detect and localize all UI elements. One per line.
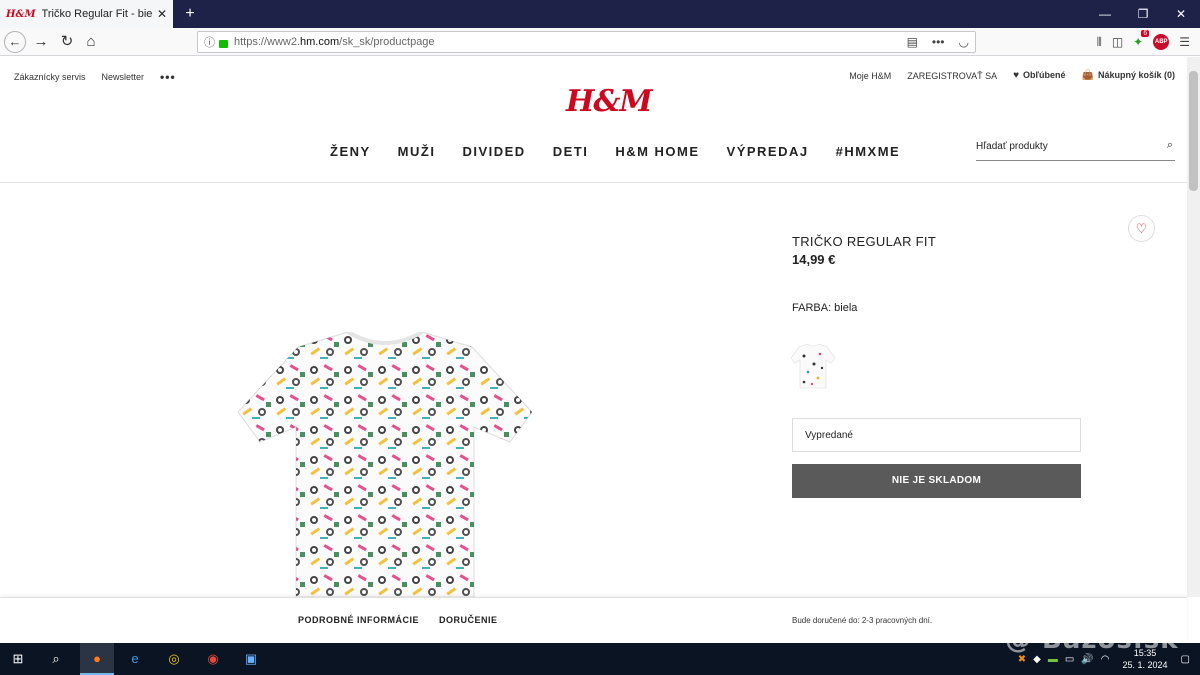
close-tab-icon[interactable]: ✕ xyxy=(157,7,167,21)
nav-item-women[interactable]: ŽENY xyxy=(330,144,371,159)
hm-logo[interactable]: H&M xyxy=(566,84,653,124)
account-link[interactable]: Moje H&M xyxy=(849,71,891,81)
edge-icon[interactable]: e xyxy=(125,649,145,669)
volume-icon[interactable]: 🔊 xyxy=(1081,654,1093,665)
nav-item-men[interactable]: MUŽI xyxy=(398,144,436,159)
main-navigation: ŽENY MUŽI DIVIDED DETI H&M HOME VÝPREDAJ… xyxy=(330,144,900,159)
product-image[interactable] xyxy=(238,332,532,597)
tray-app3-icon[interactable]: ▬ xyxy=(1048,654,1058,665)
scrollbar-thumb[interactable] xyxy=(1189,71,1198,191)
nav-item-home[interactable]: H&M HOME xyxy=(615,144,699,159)
extension-icon[interactable]: ✦ 6 xyxy=(1133,30,1150,49)
more-icon[interactable]: ••• xyxy=(160,70,176,84)
product-price: 14,99 € xyxy=(792,252,836,267)
pocket-icon[interactable]: ◡ xyxy=(959,35,969,49)
tab-details[interactable]: PODROBNÉ INFORMÁCIE xyxy=(298,615,419,625)
notifications-icon[interactable]: ▢ xyxy=(1181,654,1190,665)
minimize-icon[interactable]: — xyxy=(1086,0,1124,28)
size-select[interactable]: Vypredané xyxy=(792,418,1081,452)
tab-delivery[interactable]: DORUČENIE xyxy=(439,615,498,625)
web-page: Zákaznícky servis Newsletter ••• Moje H&… xyxy=(0,57,1187,597)
tray-app-icon[interactable]: ✖ xyxy=(1018,654,1026,665)
sidebar-icon[interactable]: ◫ xyxy=(1112,35,1123,49)
close-window-icon[interactable]: ✕ xyxy=(1162,0,1200,28)
page-scrollbar[interactable] xyxy=(1187,57,1200,597)
home-button[interactable]: ⌂ xyxy=(80,31,102,53)
window-controls: — ❐ ✕ xyxy=(1086,0,1200,28)
page-actions-icon[interactable]: ••• xyxy=(932,35,945,49)
browser-toolbar: ← → ↻ ⌂ ⓘ https://www2.hm.com/sk_sk/prod… xyxy=(0,28,1200,56)
tab-strip: H&M Tričko Regular Fit - biela - MUŽI ✕ … xyxy=(0,0,1200,28)
register-link[interactable]: ZAREGISTROVAŤ SA xyxy=(907,71,997,81)
extension-badge: 6 xyxy=(1141,30,1150,37)
tab-title: Tričko Regular Fit - biela - MUŽI xyxy=(41,8,153,20)
favorites-link[interactable]: ♥ Obľúbené xyxy=(1013,70,1065,81)
search-input[interactable]: Hľadať produkty ⌕ xyxy=(976,137,1175,161)
browser-tab[interactable]: H&M Tričko Regular Fit - biela - MUŽI ✕ xyxy=(0,0,173,28)
product-title: TRIČKO REGULAR FIT xyxy=(792,234,937,249)
nav-item-kids[interactable]: DETI xyxy=(553,144,589,159)
delivery-note: Bude doručené do: 2-3 pracovných dní. xyxy=(792,616,933,625)
heart-outline-icon: ♡ xyxy=(1135,221,1148,236)
library-icon[interactable]: ⫴ xyxy=(1097,35,1102,50)
tray-app4-icon[interactable]: ▭ xyxy=(1065,654,1074,665)
favorite-button[interactable]: ♡ xyxy=(1128,215,1155,242)
favicon-icon: H&M xyxy=(6,8,36,20)
tray-app2-icon[interactable]: ◆ xyxy=(1033,654,1041,665)
search-icon[interactable]: ⌕ xyxy=(1167,139,1173,152)
clock-date: 25. 1. 2024 xyxy=(1122,660,1168,670)
back-button[interactable]: ← xyxy=(4,31,26,53)
network-icon[interactable]: ◠ xyxy=(1101,654,1110,665)
reload-button[interactable]: ↻ xyxy=(56,31,78,53)
bag-icon: 👜 xyxy=(1081,70,1094,81)
customer-service-link[interactable]: Zákaznícky servis xyxy=(14,72,86,82)
ie-icon[interactable]: ◎ xyxy=(164,649,184,669)
adblock-icon[interactable]: ABP xyxy=(1153,34,1170,50)
new-tab-button[interactable]: + xyxy=(180,3,200,25)
header-divider xyxy=(0,182,1187,183)
search-placeholder: Hľadať produkty xyxy=(976,141,1048,152)
address-bar[interactable]: ⓘ https://www2.hm.com/sk_sk/productpage … xyxy=(197,31,976,53)
search-taskbar-icon[interactable]: ⌕ xyxy=(46,649,66,669)
nav-item-divided[interactable]: DIVIDED xyxy=(462,144,525,159)
watermark: @ Bazos.sk xyxy=(1005,625,1179,655)
info-icon[interactable]: ⓘ xyxy=(204,34,215,50)
restore-icon[interactable]: ❐ xyxy=(1124,0,1162,28)
reader-view-icon[interactable]: ▤ xyxy=(907,35,918,49)
firefox-icon[interactable]: ● xyxy=(87,649,107,669)
lock-icon xyxy=(219,40,228,48)
nav-item-sale[interactable]: VÝPREDAJ xyxy=(727,144,809,159)
nav-item-hmxme[interactable]: #HMXME xyxy=(836,144,901,159)
forward-button[interactable]: → xyxy=(30,31,52,53)
windows-start-icon[interactable]: ⊞ xyxy=(8,649,28,669)
url-text[interactable]: https://www2.hm.com/sk_sk/productpage xyxy=(234,36,907,48)
newsletter-link[interactable]: Newsletter xyxy=(102,72,145,82)
menu-icon[interactable]: ☰ xyxy=(1179,35,1190,49)
color-label: FARBA: biela xyxy=(792,302,858,314)
app-icon[interactable]: ◉ xyxy=(203,649,223,669)
utility-links-left: Zákaznícky servis Newsletter ••• xyxy=(14,70,176,84)
store-icon[interactable]: ▣ xyxy=(241,649,261,669)
heart-icon: ♥ xyxy=(1013,70,1020,81)
out-of-stock-button[interactable]: NIE JE SKLADOM xyxy=(792,464,1081,498)
cart-link[interactable]: 👜 Nákupný košík (0) xyxy=(1082,70,1175,81)
color-swatch-white[interactable] xyxy=(790,342,836,390)
utility-links-right: Moje H&M ZAREGISTROVAŤ SA ♥ Obľúbené 👜 Nák… xyxy=(849,70,1175,81)
